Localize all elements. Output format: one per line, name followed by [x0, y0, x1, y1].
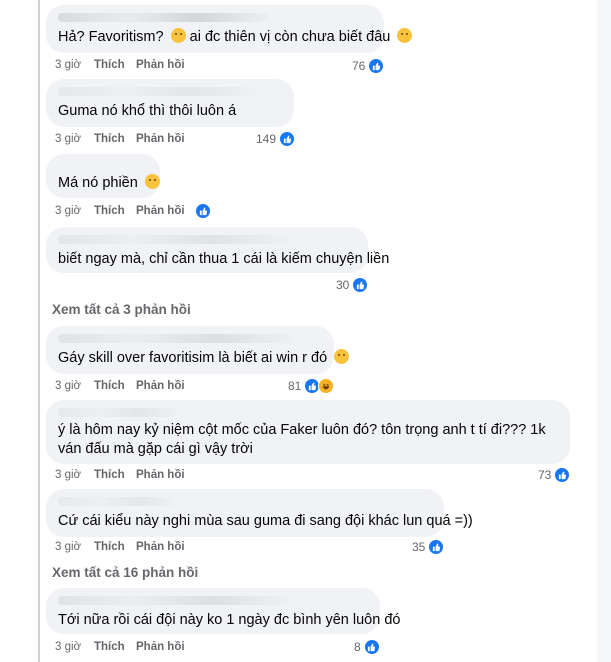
comment-bubble: Guma nó khổ thì thôi luôn á — [46, 79, 294, 127]
comment-bubble: Gáy skill over favoritisim là biết ai wi… — [46, 326, 350, 374]
laughing-face-icon — [334, 349, 350, 364]
like-button[interactable]: Thích — [94, 541, 136, 553]
reply-button[interactable]: Phản hồi — [136, 380, 185, 392]
reaction-count[interactable]: 30 — [336, 277, 369, 293]
reply-button[interactable]: Phản hồi — [136, 205, 185, 217]
comment-actions: 3 giờ Thích Phản hồi — [55, 59, 185, 71]
comment-text: Má nó phiền — [58, 174, 160, 193]
comment-bubble: ý là hôm nay kỷ niệm cột mốc của Faker l… — [46, 400, 570, 464]
timestamp[interactable]: 3 giờ — [55, 59, 94, 71]
reaction-count[interactable]: 73 — [538, 467, 571, 483]
like-reaction-icon — [428, 539, 445, 555]
commenter-name-blurred[interactable] — [58, 596, 288, 605]
confused-face-icon — [170, 28, 186, 43]
comment-bubble: Cứ cái kiểu này nghi mùa sau guma đi san… — [46, 489, 473, 537]
reaction-number: 8 — [354, 640, 361, 654]
timestamp[interactable]: 3 giờ — [55, 469, 94, 481]
reaction-number: 81 — [288, 379, 302, 393]
comment-text: Hả? Favoritism? ai đc thiên vị còn chưa … — [58, 28, 413, 47]
commenter-name-blurred[interactable] — [58, 408, 178, 417]
comment-text: Guma nó khổ thì thôi luôn á — [58, 103, 237, 119]
reaction-count[interactable]: 149 — [256, 131, 296, 147]
like-reaction-icon — [195, 203, 211, 219]
reply-button[interactable]: Phản hồi — [136, 641, 185, 653]
comment-bubble: Hả? Favoritism? ai đc thiên vị còn chưa … — [46, 5, 413, 53]
timestamp[interactable]: 3 giờ — [55, 541, 94, 553]
comment-actions: 3 giờ Thích Phản hồi — [55, 541, 185, 553]
reaction-count[interactable]: 35 — [412, 539, 445, 555]
commenter-name-blurred[interactable] — [58, 235, 288, 244]
like-reaction-icon — [363, 639, 380, 655]
commenter-name-blurred[interactable] — [58, 87, 258, 96]
commenter-name-blurred[interactable] — [58, 13, 268, 22]
reaction-number: 35 — [412, 540, 426, 554]
comment-text: Tới nữa rồi cái đội này ko 1 ngày đc bìn… — [58, 612, 401, 628]
like-reaction-icon — [352, 277, 369, 293]
comment-bubble: Má nó phiền — [46, 154, 160, 198]
view-all-replies-link[interactable]: Xem tất cả 3 phản hồi — [52, 302, 191, 317]
reply-button[interactable]: Phản hồi — [136, 469, 185, 481]
timestamp[interactable]: 3 giờ — [55, 133, 94, 145]
reply-button[interactable]: Phản hồi — [136, 59, 185, 71]
comment-text: Gáy skill over favoritisim là biết ai wi… — [58, 349, 350, 368]
thread-rail — [38, 0, 40, 662]
reaction-count[interactable]: 81 — [288, 378, 335, 394]
comment-actions: 3 giờ Thích Phản hồi — [55, 205, 185, 217]
like-reaction-icon — [368, 58, 385, 74]
reply-button[interactable]: Phản hồi — [136, 133, 185, 145]
comment-actions: 3 giờ Thích Phản hồi — [55, 469, 185, 481]
like-button[interactable]: Thích — [94, 205, 136, 217]
reaction-number: 76 — [352, 59, 366, 73]
commenter-name-blurred[interactable] — [58, 497, 178, 506]
comment-text: ý là hôm nay kỷ niệm cột mốc của Faker l… — [58, 422, 546, 457]
timestamp[interactable]: 3 giờ — [55, 205, 94, 217]
reaction-count[interactable]: 76 — [352, 58, 385, 74]
comment-text: Cứ cái kiểu này nghi mùa sau guma đi san… — [58, 513, 473, 529]
pensive-face-icon — [397, 28, 413, 43]
page-edge — [597, 0, 611, 662]
slightly-smiling-face-icon — [144, 174, 160, 189]
comment-actions: 3 giờ Thích Phản hồi — [55, 641, 185, 653]
reply-button[interactable]: Phản hồi — [136, 541, 185, 553]
timestamp[interactable]: 3 giờ — [55, 380, 94, 392]
like-button[interactable]: Thích — [94, 133, 136, 145]
like-button[interactable]: Thích — [94, 59, 136, 71]
haha-reaction-icon — [318, 378, 335, 394]
like-button[interactable]: Thích — [94, 641, 136, 653]
reaction-number: 30 — [336, 278, 350, 292]
view-all-replies-link[interactable]: Xem tất cả 16 phản hồi — [52, 565, 198, 580]
like-reaction-icon — [279, 131, 296, 147]
commenter-name-blurred[interactable] — [58, 334, 293, 343]
reaction-number: 73 — [538, 468, 552, 482]
comment-actions: 3 giờ Thích Phản hồi — [55, 133, 185, 145]
reaction-count[interactable] — [195, 203, 211, 219]
comment-text: biết ngay mà, chỉ cần thua 1 cái là kiếm… — [58, 251, 390, 267]
comment-actions: 3 giờ Thích Phản hồi — [55, 380, 185, 392]
reaction-count[interactable]: 8 — [354, 639, 380, 655]
reaction-number: 149 — [256, 132, 277, 146]
comment-bubble: biết ngay mà, chỉ cần thua 1 cái là kiếm… — [46, 227, 390, 273]
like-button[interactable]: Thích — [94, 380, 136, 392]
like-button[interactable]: Thích — [94, 469, 136, 481]
timestamp[interactable]: 3 giờ — [55, 641, 94, 653]
like-reaction-icon — [554, 467, 571, 483]
comment-bubble: Tới nữa rồi cái đội này ko 1 ngày đc bìn… — [46, 588, 401, 634]
